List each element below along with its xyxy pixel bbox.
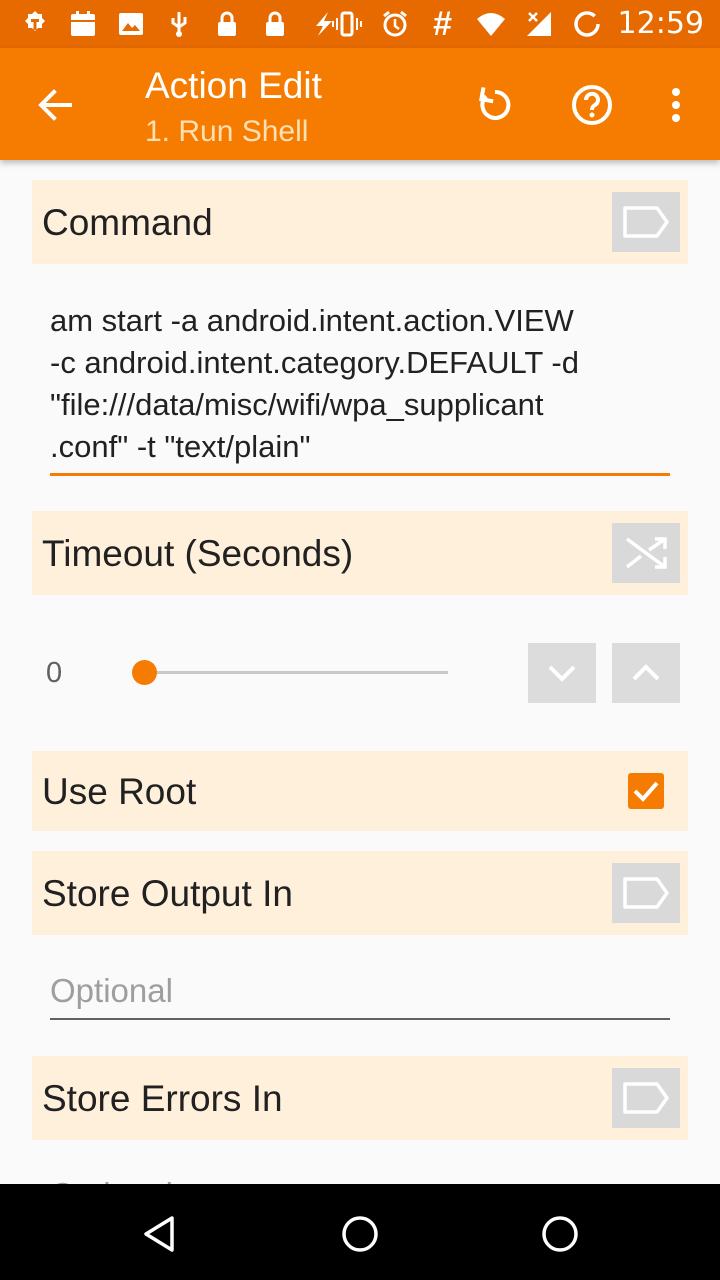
command-input-underline: [50, 473, 670, 476]
usb-icon: [162, 9, 196, 39]
back-arrow-icon[interactable]: [30, 80, 80, 130]
label-tag-icon: [623, 877, 669, 909]
label-tag-icon: [623, 206, 669, 238]
label-tag-icon: [623, 1082, 669, 1114]
command-variable-button[interactable]: [612, 192, 680, 252]
undo-icon[interactable]: [470, 80, 520, 130]
nav-back-icon[interactable]: [138, 1212, 182, 1256]
store-errors-variable-button[interactable]: [612, 1068, 680, 1128]
command-line: .conf" -t "text/plain": [50, 429, 311, 464]
use-root-label: Use Root: [42, 771, 197, 812]
image-icon: [114, 9, 148, 39]
lock-icon: [258, 9, 292, 39]
status-right-icons: # 12:59: [330, 5, 704, 43]
navigation-bar: [0, 1184, 720, 1280]
use-root-row[interactable]: Use Root: [32, 751, 688, 831]
app-bar: Action Edit 1. Run Shell: [0, 48, 720, 160]
status-left-icons: [18, 8, 340, 40]
nav-home-icon[interactable]: [338, 1212, 382, 1256]
store-output-input[interactable]: Optional: [50, 972, 173, 1010]
timeout-slider-thumb[interactable]: [132, 660, 157, 685]
status-clock: 12:59: [617, 6, 704, 41]
store-output-variable-button[interactable]: [612, 863, 680, 923]
alarm-icon: [378, 9, 412, 39]
status-bar: # 12:59: [0, 0, 720, 48]
chevron-up-icon: [632, 664, 660, 681]
chevron-down-icon: [548, 665, 576, 682]
timeout-label: Timeout (Seconds): [42, 533, 354, 574]
timeout-header: Timeout (Seconds): [32, 511, 688, 595]
command-line: am start -a android.intent.action.VIEW: [50, 303, 574, 338]
timeout-random-button[interactable]: [612, 523, 680, 583]
timeout-value: 0: [46, 657, 63, 689]
command-input[interactable]: am start -a android.intent.action.VIEW -c…: [50, 300, 690, 468]
vibrate-icon: [330, 9, 364, 39]
shuffle-icon: [625, 537, 667, 569]
store-output-underline: [50, 1018, 670, 1020]
use-root-checkbox[interactable]: [628, 773, 664, 809]
check-icon: [633, 781, 659, 802]
battery-saver-icon: [570, 9, 604, 39]
command-header: Command: [32, 180, 688, 264]
store-output-header: Store Output In: [32, 851, 688, 935]
wifi-icon: [474, 9, 508, 39]
page-subtitle: 1. Run Shell: [145, 115, 309, 148]
timeout-decrease-button[interactable]: [528, 643, 596, 703]
nav-recent-icon[interactable]: [538, 1212, 582, 1256]
store-errors-label: Store Errors In: [42, 1078, 283, 1119]
command-line: -c android.intent.category.DEFAULT -d: [50, 345, 579, 380]
store-errors-header: Store Errors In: [32, 1056, 688, 1140]
more-vert-icon[interactable]: [652, 80, 700, 130]
store-output-label: Store Output In: [42, 873, 293, 914]
tasker-icon: [18, 9, 52, 39]
help-icon[interactable]: [567, 80, 617, 130]
page-title: Action Edit: [145, 65, 322, 106]
command-line: "file:///data/misc/wifi/wpa_supplicant: [50, 387, 544, 422]
calendar-icon: [66, 9, 100, 39]
hash-icon: #: [433, 5, 452, 43]
timeout-increase-button[interactable]: [612, 643, 680, 703]
timeout-slider-track[interactable]: [144, 671, 448, 674]
command-label: Command: [42, 202, 213, 243]
signal-icon: [522, 9, 556, 39]
lock-icon: [210, 9, 244, 39]
